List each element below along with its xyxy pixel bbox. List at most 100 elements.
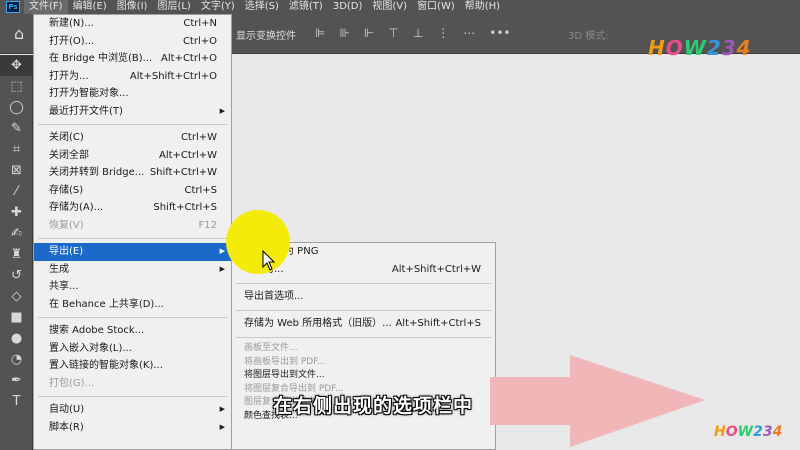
blur-tool-icon[interactable]: ● xyxy=(0,328,33,349)
file-menu-item-17[interactable]: 在 Behance 上共享(D)... xyxy=(34,296,231,314)
file-menu-item-label: 恢复(V) xyxy=(49,219,84,231)
home-icon[interactable]: ⌂ xyxy=(14,24,24,43)
file-menu-item-7[interactable]: 关闭(C) Ctrl+W xyxy=(34,129,231,147)
align-center-icon[interactable]: ⊪ xyxy=(339,26,349,40)
file-menu-item-15[interactable]: 生成 ▶ xyxy=(34,261,231,279)
lasso-tool-icon[interactable]: ◯ xyxy=(0,97,33,118)
file-menu-item-shortcut: Ctrl+O xyxy=(182,35,217,47)
watermark-letter: W xyxy=(737,424,754,440)
file-menu-item-label: 打开为... xyxy=(49,70,89,82)
file-menu-item-9[interactable]: 关闭并转到 Bridge... Shift+Ctrl+W xyxy=(34,164,231,182)
menu-2[interactable]: 图像(I) xyxy=(112,0,153,14)
distribute-h-icon[interactable]: ⋯ xyxy=(463,26,475,40)
menu-8[interactable]: 视图(V) xyxy=(367,0,412,14)
menu-9[interactable]: 窗口(W) xyxy=(412,0,460,14)
history-brush-tool-icon[interactable]: ↺ xyxy=(0,265,33,286)
menu-1[interactable]: 编辑(E) xyxy=(68,0,112,14)
align-middle-icon[interactable]: ⊥ xyxy=(413,26,423,40)
file-menu-item-0[interactable]: 新建(N)... Ctrl+N xyxy=(34,15,231,33)
file-menu-item-10[interactable]: 存储(S) Ctrl+S xyxy=(34,182,231,200)
frame-tool-icon[interactable]: ⊠ xyxy=(0,160,33,181)
menu-separator xyxy=(38,317,227,318)
file-menu-item-shortcut: Shift+Ctrl+W xyxy=(149,167,217,178)
menu-7[interactable]: 3D(D) xyxy=(328,0,368,14)
file-menu-item-4[interactable]: 打开为智能对象... xyxy=(34,85,231,103)
file-menu-item-label: 关闭并转到 Bridge... xyxy=(49,167,145,178)
menu-3[interactable]: 图层(L) xyxy=(152,0,195,14)
file-menu-item-label: 共享... xyxy=(49,281,79,292)
file-menu-item-22: 打包(G)... xyxy=(34,375,231,393)
file-menu-item-19[interactable]: 搜索 Adobe Stock... xyxy=(34,322,231,340)
file-menu-item-20[interactable]: 置入嵌入对象(L)... xyxy=(34,340,231,358)
file-menu-item-25[interactable]: 脚本(R) ▶ xyxy=(34,419,231,437)
dodge-tool-icon[interactable]: ◔ xyxy=(0,349,33,370)
menu-10[interactable]: 帮助(H) xyxy=(460,0,505,14)
menu-0[interactable]: 文件(F) xyxy=(24,0,68,14)
menu-4[interactable]: 文字(Y) xyxy=(196,0,240,14)
pen-tool-icon[interactable]: ✒ xyxy=(0,370,33,391)
menu-5[interactable]: 选择(S) xyxy=(240,0,284,14)
menu-separator xyxy=(38,238,227,239)
file-menu-item-shortcut: Shift+Ctrl+S xyxy=(153,202,217,213)
file-menu-item-label: 在 Bridge 中浏览(B)... xyxy=(49,53,153,64)
file-menu-item-shortcut: Alt+Shift+Ctrl+O xyxy=(129,70,217,82)
watermark-letter: O xyxy=(665,36,684,60)
watermark-letter: 2 xyxy=(753,424,763,440)
export-submenu-item-3[interactable]: 导出首选项... xyxy=(232,288,495,306)
export-submenu-item-label: 导出首选项... xyxy=(244,291,304,302)
file-menu-item-3[interactable]: 打开为... Alt+Shift+Ctrl+O xyxy=(34,68,231,86)
file-menu-item-label: 存储为(A)... xyxy=(49,202,104,213)
export-submenu-item-5[interactable]: 存储为 Web 所用格式（旧版）... Alt+Shift+Ctrl+S xyxy=(232,315,495,333)
brush-tool-icon[interactable]: ✍ xyxy=(0,223,33,244)
export-submenu: 快速导出为 PNG导出为...Alt+Shift+Ctrl+W导出首选项...存… xyxy=(231,242,496,450)
file-menu-item-label: 置入嵌入对象(L)... xyxy=(49,342,132,354)
file-menu-item-label: 搜索 Adobe Stock... xyxy=(49,325,145,336)
file-menu-item-12: 恢复(V) F12 xyxy=(34,217,231,235)
clone-stamp-tool-icon[interactable]: ♜ xyxy=(0,244,33,265)
file-menu-item-11[interactable]: 存储为(A)... Shift+Ctrl+S xyxy=(34,199,231,217)
quick-select-tool-icon[interactable]: ✎ xyxy=(0,118,33,139)
eraser-tool-icon[interactable]: ◇ xyxy=(0,286,33,307)
canvas-arrow-shape xyxy=(490,355,705,447)
type-tool-icon[interactable]: T xyxy=(0,391,33,412)
align-top-icon[interactable]: ⊤ xyxy=(388,26,398,40)
file-menu-item-14[interactable]: 导出(E) ▶ xyxy=(34,243,231,261)
healing-brush-tool-icon[interactable]: ✚ xyxy=(0,202,33,223)
menu-separator xyxy=(38,124,227,125)
file-menu-item-label: 置入链接的智能对象(K)... xyxy=(49,360,163,371)
distribute-icon[interactable]: ⋮ xyxy=(437,26,449,40)
menu-separator xyxy=(236,310,491,311)
align-right-icon[interactable]: ⊩ xyxy=(364,26,374,40)
file-menu-item-label: 导出(E) xyxy=(49,246,84,257)
video-subtitle: 在右侧出现的选项栏中 xyxy=(273,395,474,417)
file-menu-item-21[interactable]: 置入链接的智能对象(K)... xyxy=(34,357,231,375)
file-menu-item-label: 存储(S) xyxy=(49,184,84,196)
eyedropper-tool-icon[interactable]: ⁄ xyxy=(0,181,33,202)
gradient-tool-icon[interactable]: ■ xyxy=(0,307,33,328)
file-menu-item-shortcut: Alt+Ctrl+W xyxy=(159,149,217,161)
menu-separator xyxy=(38,396,227,397)
align-left-icon[interactable]: ⊫ xyxy=(315,26,325,40)
file-menu-item-2[interactable]: 在 Bridge 中浏览(B)... Alt+Ctrl+O xyxy=(34,50,231,68)
watermark-letter: 4 xyxy=(772,424,783,440)
file-menu-item-24[interactable]: 自动(U) ▶ xyxy=(34,401,231,419)
file-menu-item-shortcut: Alt+Ctrl+O xyxy=(161,53,217,64)
move-tool-icon[interactable]: ✥ xyxy=(0,55,33,76)
photoshop-logo-icon: Ps xyxy=(6,1,20,13)
export-submenu-item-9[interactable]: 将图层导出到文件... xyxy=(232,369,495,383)
file-menu-item-8[interactable]: 关闭全部 Alt+Ctrl+W xyxy=(34,147,231,165)
watermark-letter: O xyxy=(725,424,738,440)
more-icon[interactable]: ••• xyxy=(489,26,510,40)
submenu-arrow-icon: ▶ xyxy=(219,405,225,413)
file-menu-item-16[interactable]: 共享... xyxy=(34,278,231,296)
menu-bar-items: 文件(F) 编辑(E) 图像(I) 图层(L) 文字(Y) 选择(S) 滤镜(T) 3D(D)… xyxy=(24,0,505,14)
file-menu-item-1[interactable]: 打开(O)... Ctrl+O xyxy=(34,33,231,51)
menu-6[interactable]: 滤镜(T) xyxy=(284,0,328,14)
marquee-tool-icon[interactable]: ⬚ xyxy=(0,76,33,97)
file-menu-item-5[interactable]: 最近打开文件(T) ▶ xyxy=(34,103,231,121)
crop-tool-icon[interactable]: ⌗ xyxy=(0,139,33,160)
menu-separator xyxy=(236,337,491,338)
show-transform-controls-label[interactable]: 显示变换控件 xyxy=(236,27,296,42)
cursor-highlight xyxy=(226,210,290,274)
export-submenu-item-label: 画板至文件... xyxy=(244,343,298,353)
